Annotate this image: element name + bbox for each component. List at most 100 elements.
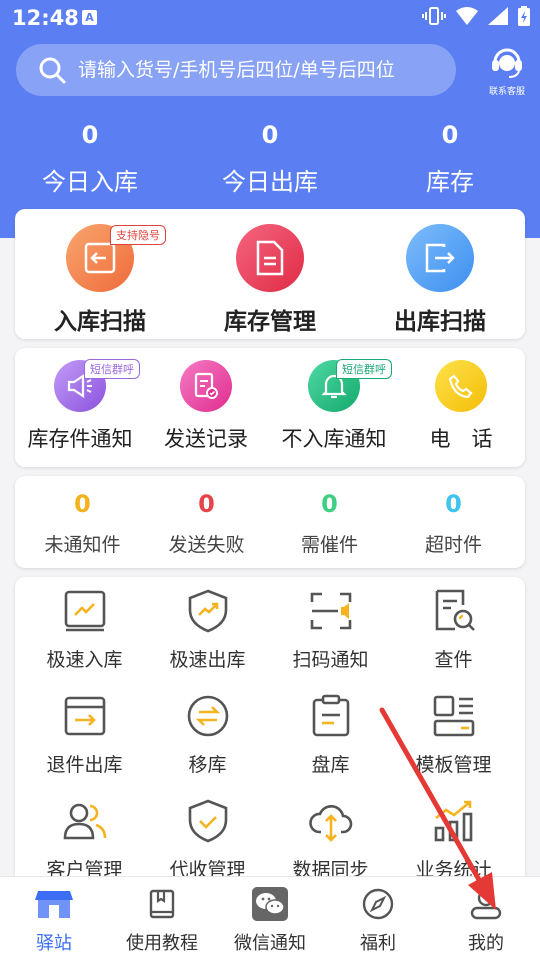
hidden-number-badge: 支持隐号 <box>110 225 166 245</box>
main-actions-card: 入库扫描 支持隐号 库存管理 出库扫描 <box>15 209 525 339</box>
shield-check-icon <box>182 795 234 847</box>
stat-value: 0 <box>261 121 279 149</box>
tools-card: 极速入库 极速出库 扫码通知 查件 退件出库 移库 盘库 模板管理 客户管理 代… <box>15 577 525 887</box>
tool-label: 盘库 <box>311 754 350 776</box>
headset-icon <box>492 48 522 78</box>
stat-today-out[interactable]: 0 今日出库 <box>180 118 360 197</box>
compass-icon <box>324 885 432 923</box>
tool-label: 退件出库 <box>46 754 123 776</box>
nav-wechat-notify[interactable]: 微信通知 <box>216 885 324 955</box>
battery-icon <box>518 6 530 26</box>
stock-notify-label: 库存件通知 <box>27 427 133 451</box>
wifi-icon <box>456 7 478 25</box>
template-icon <box>428 690 480 742</box>
counter-send-failed[interactable]: 0 发送失败 <box>145 490 268 557</box>
phone-button[interactable]: 电 话 <box>401 360 521 453</box>
stat-inventory[interactable]: 0 库存 <box>360 118 540 197</box>
profile-icon <box>432 885 540 923</box>
return-icon <box>59 690 111 742</box>
tool-fast-out[interactable]: 极速出库 <box>146 585 269 672</box>
stat-label: 库存 <box>426 168 474 196</box>
counter-unnotified[interactable]: 0 未通知件 <box>21 490 144 557</box>
tool-label: 极速出库 <box>169 649 246 671</box>
stat-label: 今日入库 <box>42 168 138 196</box>
counter-value: 0 <box>321 490 338 518</box>
stat-value: 0 <box>81 121 99 149</box>
tool-return[interactable]: 退件出库 <box>23 690 146 777</box>
export-icon <box>406 224 474 292</box>
search-doc-icon <box>428 585 480 637</box>
tool-template[interactable]: 模板管理 <box>392 690 515 777</box>
fast-in-icon <box>59 585 111 637</box>
counter-value: 0 <box>445 490 462 518</box>
sms-call-badge: 短信群呼 <box>84 359 140 379</box>
tool-customers[interactable]: 客户管理 <box>23 795 146 882</box>
inventory-manage-label: 库存管理 <box>224 309 316 335</box>
stat-today-in[interactable]: 0 今日入库 <box>0 118 180 197</box>
counter-overdue[interactable]: 0 超时件 <box>392 490 515 557</box>
search-icon <box>39 57 66 84</box>
tool-label: 模板管理 <box>415 754 492 776</box>
scan-out-button[interactable]: 出库扫描 <box>355 224 525 336</box>
stat-label: 今日出库 <box>222 168 318 196</box>
scan-in-label: 入库扫描 <box>54 309 146 335</box>
customer-service-label: 联系客服 <box>488 87 525 97</box>
tool-label: 移库 <box>188 754 227 776</box>
nav-welfare[interactable]: 福利 <box>324 885 432 955</box>
customer-service-button[interactable]: 联系客服 <box>480 44 534 98</box>
phone-label: 电 话 <box>429 427 493 451</box>
nav-label: 驿站 <box>36 933 72 954</box>
no-stock-notify-label: 不入库通知 <box>281 427 387 451</box>
notification-a-icon: A <box>82 10 97 25</box>
counter-label: 未通知件 <box>44 534 121 556</box>
status-bar: 12:48 A <box>0 0 540 36</box>
tool-statistics[interactable]: 业务统计 <box>392 795 515 882</box>
inventory-manage-button[interactable]: 库存管理 <box>185 224 355 336</box>
tool-label: 扫码通知 <box>292 649 369 671</box>
customers-icon <box>59 795 111 847</box>
counter-label: 需催件 <box>300 534 358 556</box>
scan-out-label: 出库扫描 <box>394 309 486 335</box>
tool-fast-in[interactable]: 极速入库 <box>23 585 146 672</box>
counters-card: 0 未通知件 0 发送失败 0 需催件 0 超时件 <box>15 476 525 568</box>
record-icon <box>180 360 232 412</box>
stats-icon <box>428 795 480 847</box>
counter-label: 发送失败 <box>168 534 245 556</box>
search-bar[interactable] <box>16 44 456 96</box>
nav-station[interactable]: 驿站 <box>0 885 108 955</box>
transfer-icon <box>182 690 234 742</box>
tool-collect-on-delivery[interactable]: 代收管理 <box>146 795 269 882</box>
tool-scan-notify[interactable]: 扫码通知 <box>269 585 392 672</box>
search-input[interactable] <box>78 59 438 81</box>
scan-notify-icon <box>305 585 357 637</box>
status-icons <box>422 6 530 26</box>
stats-row: 0 今日入库 0 今日出库 0 库存 <box>0 118 540 198</box>
signal-icon <box>488 7 508 25</box>
document-icon <box>236 224 304 292</box>
nav-tutorial[interactable]: 使用教程 <box>108 885 216 955</box>
tool-search-package[interactable]: 查件 <box>392 585 515 672</box>
tool-label: 查件 <box>434 649 473 671</box>
nav-label: 福利 <box>360 933 396 954</box>
cloud-sync-icon <box>305 795 357 847</box>
nav-label: 微信通知 <box>234 933 306 954</box>
counter-value: 0 <box>198 490 215 518</box>
clipboard-icon <box>305 690 357 742</box>
counter-value: 0 <box>74 490 91 518</box>
fast-out-icon <box>182 585 234 637</box>
tool-transfer[interactable]: 移库 <box>146 690 269 777</box>
wechat-icon <box>216 885 324 923</box>
stat-value: 0 <box>441 121 459 149</box>
tool-data-sync[interactable]: 数据同步 <box>269 795 392 882</box>
nav-label: 我的 <box>468 933 504 954</box>
counter-label: 超时件 <box>424 534 482 556</box>
nav-profile[interactable]: 我的 <box>432 885 540 955</box>
store-icon <box>0 885 108 923</box>
tool-stocktake[interactable]: 盘库 <box>269 690 392 777</box>
send-record-button[interactable]: 发送记录 <box>145 360 267 453</box>
send-record-label: 发送记录 <box>164 427 248 451</box>
tool-label: 极速入库 <box>46 649 123 671</box>
book-icon <box>108 885 216 923</box>
counter-needs-urging[interactable]: 0 需催件 <box>268 490 391 557</box>
vibrate-icon <box>422 7 446 25</box>
